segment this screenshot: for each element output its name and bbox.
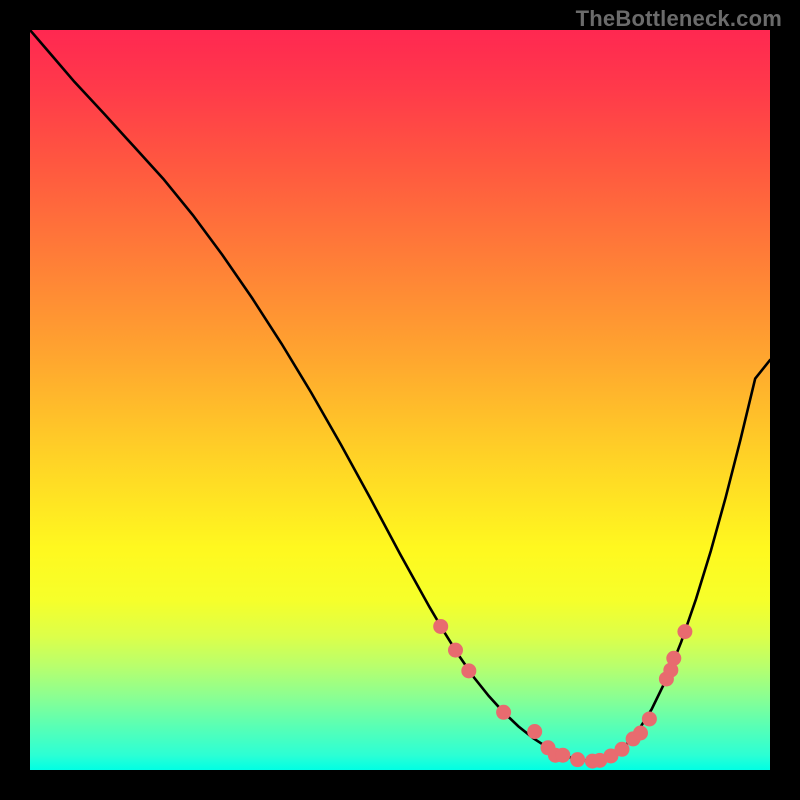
data-point [555, 748, 570, 763]
curve-path [30, 30, 770, 761]
chart-svg [30, 30, 770, 770]
data-point [642, 711, 657, 726]
data-point [570, 752, 585, 767]
data-point [527, 724, 542, 739]
data-point [461, 663, 476, 678]
data-point [666, 651, 681, 666]
watermark-text: TheBottleneck.com [576, 6, 782, 32]
data-point [433, 619, 448, 634]
curve-line [30, 30, 770, 761]
data-point [448, 643, 463, 658]
data-point [496, 705, 511, 720]
data-point [615, 742, 630, 757]
plot-area [30, 30, 770, 770]
data-point [633, 726, 648, 741]
chart-frame: TheBottleneck.com [0, 0, 800, 800]
curve-markers [433, 619, 692, 769]
data-point [677, 624, 692, 639]
